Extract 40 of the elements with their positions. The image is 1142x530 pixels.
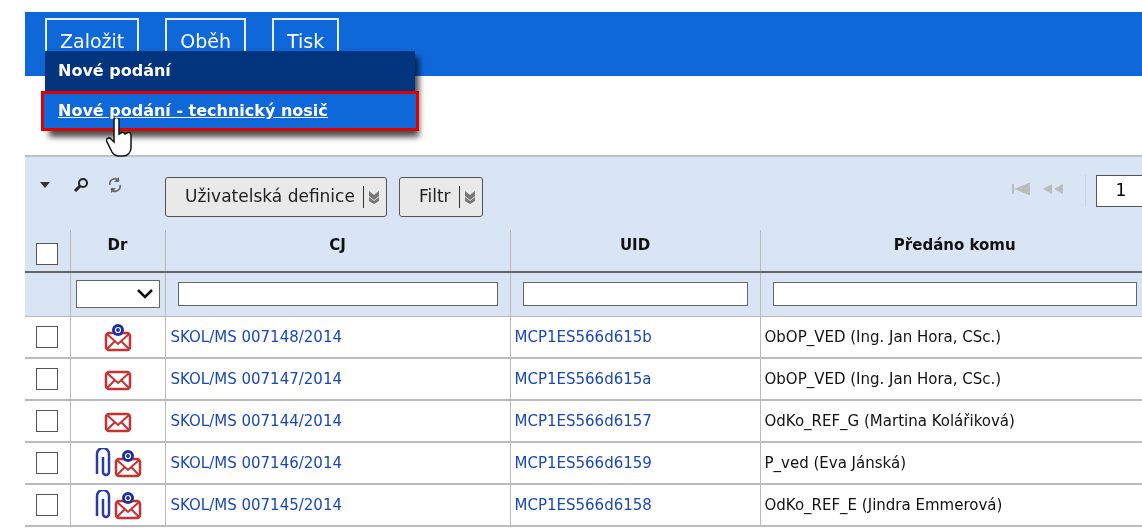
- column-header: Dr: [107, 236, 128, 254]
- toolbar-dropdown-button[interactable]: Uživatelská definice: [165, 177, 387, 217]
- table-cell: ObOP_VED (Ing. Jan Hora, CSc.): [764, 369, 1002, 388]
- table-cell: OdKo_REF_G (Martina Kolářiková): [764, 411, 1015, 430]
- uid-link[interactable]: MCP1ES566d6158: [514, 495, 652, 514]
- filter-input[interactable]: [177, 282, 498, 307]
- uid-link[interactable]: MCP1ES566d6157: [514, 411, 652, 430]
- reference-link[interactable]: SKOL/MS 007144/2014: [170, 411, 342, 430]
- table-cell: P_ved (Eva Jánská): [764, 453, 906, 472]
- dropdown-arrow-icon[interactable]: [39, 181, 51, 189]
- uid-link[interactable]: MCP1ES566d6159: [514, 453, 652, 472]
- row-checkbox[interactable]: [36, 410, 59, 432]
- refresh-icon[interactable]: [107, 176, 123, 194]
- uid-link[interactable]: MCP1ES566d615a: [514, 369, 652, 388]
- menu-item[interactable]: Nové podání - technický nosič: [41, 91, 419, 131]
- hand-cursor-icon: [106, 118, 134, 158]
- reference-link[interactable]: SKOL/MS 007146/2014: [170, 453, 342, 472]
- chevron-down-icon: [136, 289, 153, 300]
- reference-link[interactable]: SKOL/MS 007148/2014: [170, 327, 342, 346]
- row-checkbox[interactable]: [36, 368, 59, 390]
- table-cell: OdKo_REF_E (Jindra Emmerová): [764, 495, 1003, 514]
- toolbar-dropdown-button[interactable]: Filtr: [398, 177, 483, 217]
- double-chevron-icon: [463, 190, 476, 204]
- table-cell: ObOP_VED (Ing. Jan Hora, CSc.): [764, 327, 1002, 346]
- column-header: CJ: [329, 236, 346, 254]
- page-number-field[interactable]: 1: [1096, 175, 1142, 207]
- uid-link[interactable]: MCP1ES566d615b: [514, 327, 652, 346]
- row-checkbox[interactable]: [36, 325, 59, 348]
- select-all-checkbox[interactable]: [36, 242, 59, 265]
- column-header: UID: [619, 236, 651, 254]
- filter-input[interactable]: [772, 282, 1137, 307]
- row-checkbox[interactable]: [36, 452, 59, 474]
- filter-input[interactable]: [522, 282, 748, 307]
- double-chevron-icon: [367, 190, 380, 204]
- filter-select[interactable]: [75, 280, 160, 309]
- reference-link[interactable]: SKOL/MS 007147/2014: [170, 369, 342, 388]
- row-checkbox[interactable]: [36, 494, 59, 516]
- column-header: Předáno komu: [893, 236, 1016, 254]
- reference-link[interactable]: SKOL/MS 007145/2014: [170, 495, 342, 514]
- search-icon[interactable]: [73, 177, 89, 193]
